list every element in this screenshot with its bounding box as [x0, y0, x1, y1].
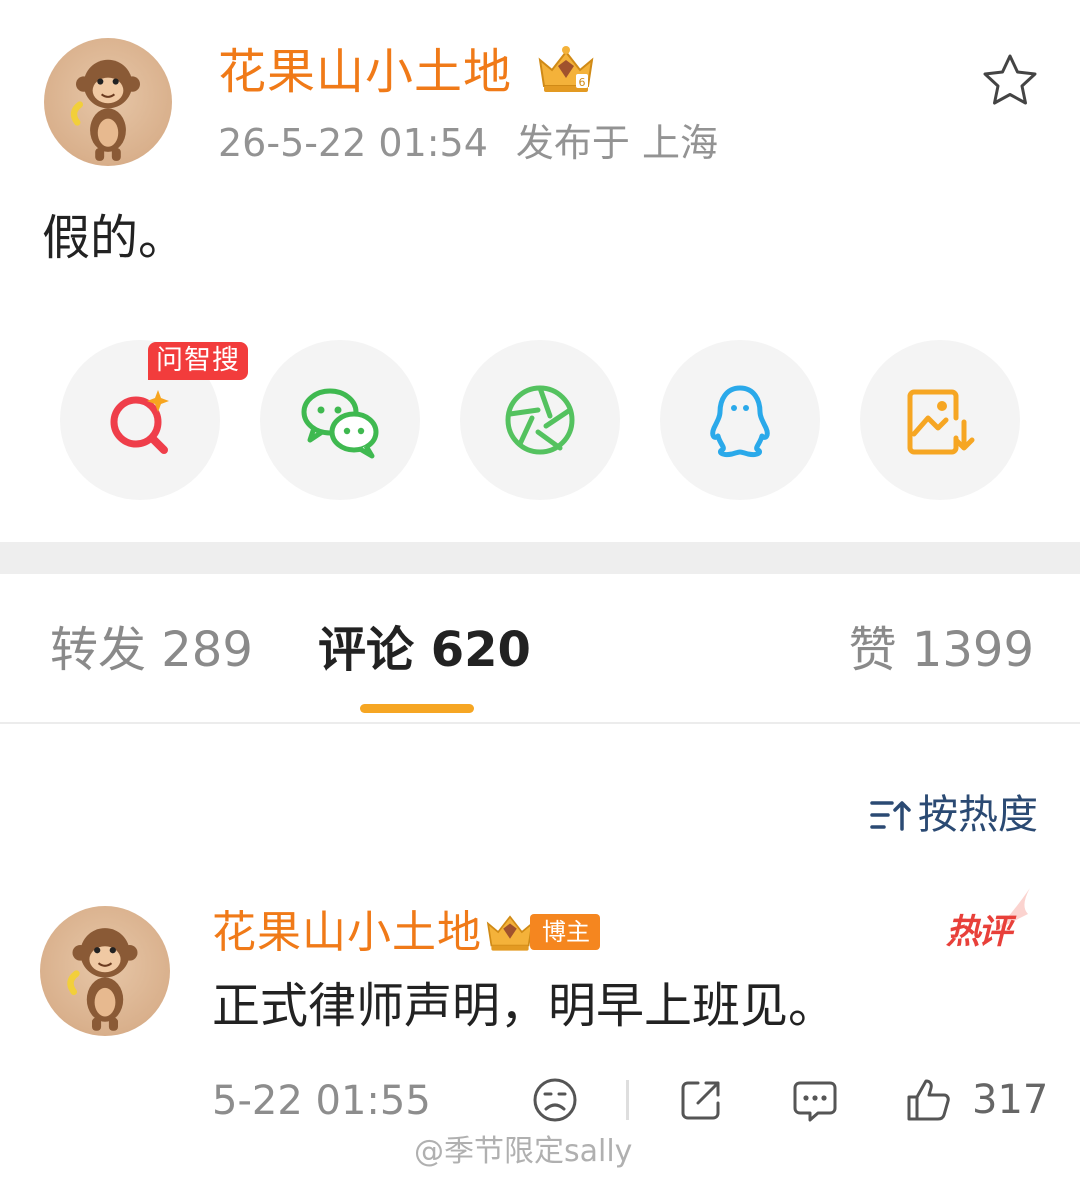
- comment-author-avatar[interactable]: [40, 906, 170, 1036]
- star-icon[interactable]: [980, 52, 1040, 108]
- comment-text: 正式律师声明，明早上班见。: [212, 978, 837, 1034]
- sort-button[interactable]: 按热度: [868, 788, 1038, 842]
- comment-author-name[interactable]: 花果山小土地: [212, 904, 482, 962]
- post-meta: 26-5-22 01:54 发布于 上海: [218, 118, 718, 168]
- wechat-button[interactable]: [260, 340, 420, 500]
- post-body: 假的。: [42, 210, 187, 266]
- section-divider: [0, 542, 1080, 574]
- save-image-icon: [907, 389, 975, 455]
- ai-search-icon: [110, 390, 169, 454]
- blogger-badge: 博主: [482, 912, 600, 952]
- post-time: 26-5-22 01:54: [218, 121, 488, 165]
- sort-label: 按热度: [918, 792, 1038, 838]
- moments-icon: [505, 385, 575, 455]
- active-tab-indicator: [360, 704, 474, 713]
- tab-repost[interactable]: 转发 289: [50, 618, 253, 682]
- sort-icon: [870, 801, 911, 831]
- like-button[interactable]: 317: [904, 1074, 1048, 1126]
- svg-text:6: 6: [579, 76, 586, 89]
- like-count: 317: [972, 1077, 1049, 1123]
- blogger-label: 博主: [530, 914, 600, 950]
- share-icon: [681, 1081, 720, 1120]
- reply-button[interactable]: [790, 1074, 840, 1126]
- thumbs-up-icon: [907, 1079, 950, 1121]
- qq-button[interactable]: [660, 340, 820, 500]
- moments-button[interactable]: [460, 340, 620, 500]
- tab-likes[interactable]: 赞 1399: [849, 618, 1034, 682]
- wechat-icon: [301, 388, 379, 459]
- dislike-button[interactable]: [530, 1074, 580, 1126]
- post-author-name[interactable]: 花果山小土地: [218, 40, 512, 104]
- sad-face-icon: [533, 1078, 577, 1122]
- comment-time: 5-22 01:55: [212, 1078, 431, 1124]
- tab-comments[interactable]: 评论 620: [318, 618, 531, 682]
- watermark: @季节限定sally: [414, 1134, 633, 1169]
- ai-search-tag: 问智搜: [148, 342, 248, 380]
- tab-divider: [0, 722, 1080, 724]
- action-separator: [626, 1080, 629, 1120]
- post-author-avatar[interactable]: [44, 38, 172, 166]
- save-image-button[interactable]: [860, 340, 1020, 500]
- post-location: 发布于 上海: [515, 121, 718, 165]
- crown-vip-icon: 6: [534, 44, 598, 96]
- share-button[interactable]: [676, 1074, 726, 1126]
- qq-icon: [710, 385, 770, 457]
- hot-comment-tag: 热评: [946, 912, 1012, 952]
- comment-icon: [793, 1081, 837, 1122]
